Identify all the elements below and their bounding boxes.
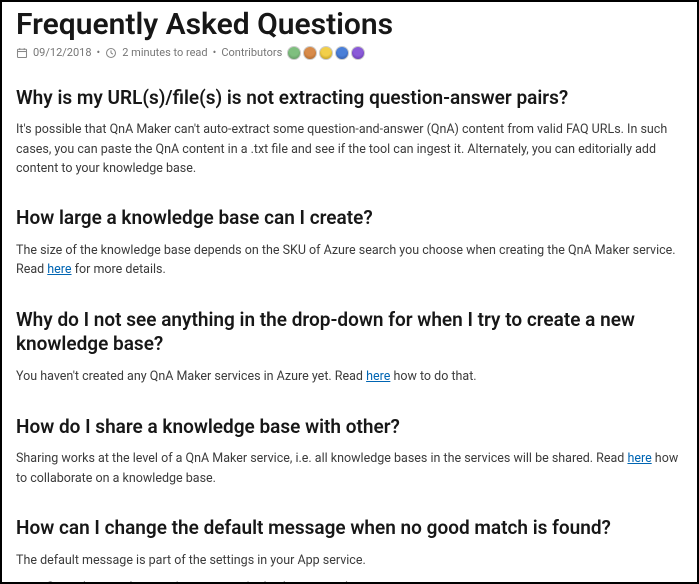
contributor-avatar[interactable] (335, 46, 349, 60)
faq-answer: It's possible that QnA Maker can't auto-… (16, 120, 683, 178)
faq-link[interactable]: here (627, 451, 651, 466)
answer-text: The default message is part of the setti… (16, 553, 366, 568)
faq-question: How large a knowledge base can I create? (16, 206, 683, 231)
faq-answer: Sharing works at the level of a QnA Make… (16, 449, 683, 488)
calendar-icon (16, 47, 28, 59)
faq-answer: You haven't created any QnA Maker servic… (16, 367, 683, 386)
faq-question: Why do I not see anything in the drop-do… (16, 308, 683, 357)
faq-answer: The size of the knowledge base depends o… (16, 241, 683, 280)
clock-icon (105, 47, 117, 59)
page-title: Frequently Asked Questions (16, 6, 683, 44)
faq-question: Why is my URL(s)/file(s) is not extracti… (16, 86, 683, 111)
faq-bullet: Go to the your App service resource in t… (46, 578, 683, 584)
contributor-avatar[interactable] (287, 46, 301, 60)
answer-text: how to do that. (390, 369, 476, 384)
contributor-avatar[interactable] (303, 46, 317, 60)
faq-link[interactable]: here (47, 262, 71, 277)
article-date: 09/12/2018 (33, 46, 92, 59)
read-time: 2 minutes to read (122, 46, 207, 59)
answer-text: Sharing works at the level of a QnA Make… (16, 451, 627, 466)
contributor-avatar[interactable] (319, 46, 333, 60)
answer-text: You haven't created any QnA Maker servic… (16, 369, 366, 384)
faq-page: Frequently Asked Questions 09/12/2018 • … (0, 0, 699, 584)
meta-separator: • (213, 46, 217, 59)
contributor-avatar[interactable] (351, 46, 365, 60)
faq-link[interactable]: here (366, 369, 390, 384)
article-meta: 09/12/2018 • 2 minutes to read • Contrib… (16, 46, 683, 60)
faq-question: How do I share a knowledge base with oth… (16, 415, 683, 440)
contributors-label: Contributors (221, 46, 282, 59)
faq-question: How can I change the default message whe… (16, 516, 683, 541)
contributors-avatars (287, 46, 365, 60)
faq-bullet-list: Go to the your App service resource in t… (16, 578, 683, 584)
meta-separator: • (97, 46, 101, 59)
faq-answer: The default message is part of the setti… (16, 551, 683, 570)
answer-text: It's possible that QnA Maker can't auto-… (16, 122, 667, 176)
answer-text: for more details. (72, 262, 166, 277)
faq-list: Why is my URL(s)/file(s) is not extracti… (16, 86, 683, 584)
